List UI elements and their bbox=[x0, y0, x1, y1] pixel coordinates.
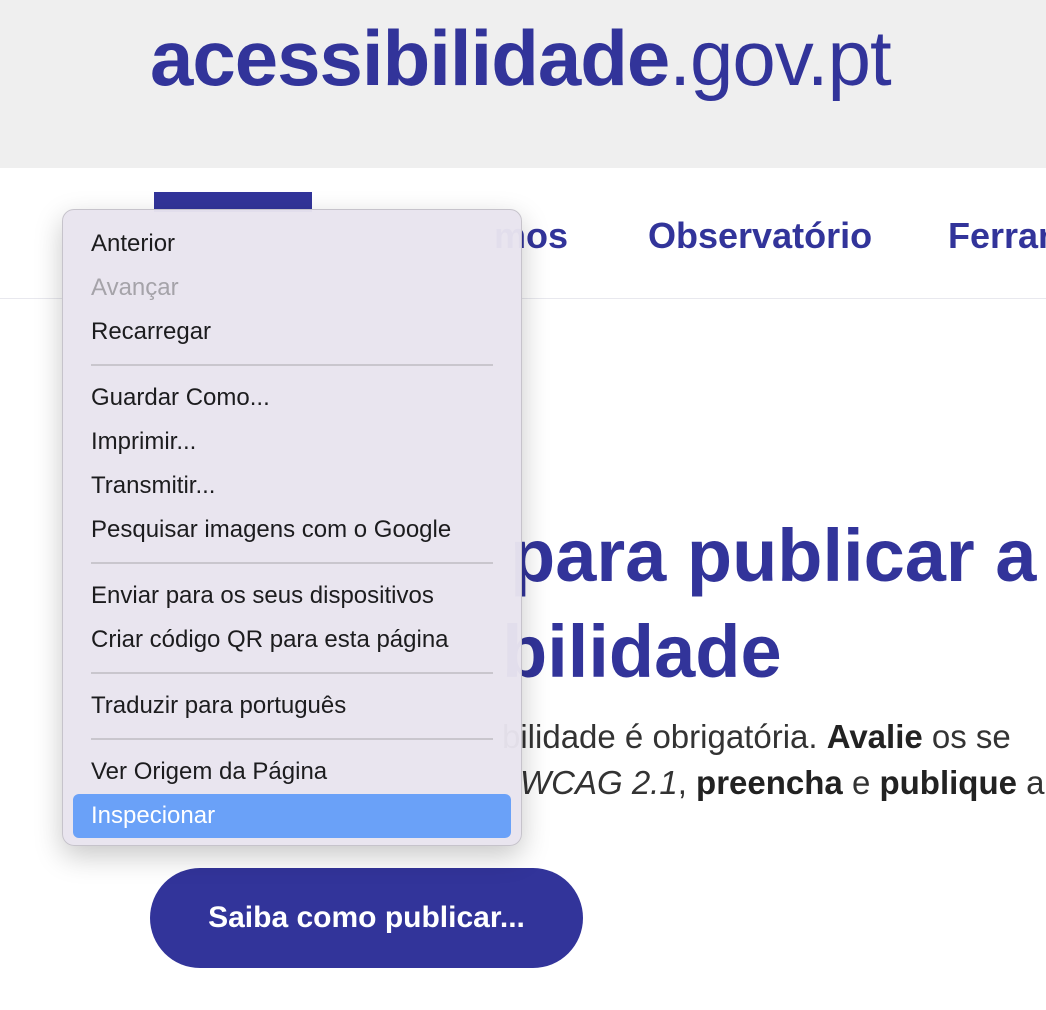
menu-item-search-images-google[interactable]: Pesquisar imagens com o Google bbox=[73, 508, 511, 552]
menu-item-reload[interactable]: Recarregar bbox=[73, 310, 511, 354]
hero-text-segment: os se bbox=[922, 718, 1011, 755]
hero-text-segment: e bbox=[842, 764, 880, 801]
menu-item-send-to-devices[interactable]: Enviar para os seus dispositivos bbox=[73, 574, 511, 618]
hero-text-bold: Avalie bbox=[826, 718, 923, 755]
menu-item-cast[interactable]: Transmitir... bbox=[73, 464, 511, 508]
menu-item-back[interactable]: Anterior bbox=[73, 222, 511, 266]
logo-domain-text: .gov.pt bbox=[669, 14, 891, 102]
hero-text-segment: bilidade é obrigatória. bbox=[502, 718, 827, 755]
site-logo[interactable]: acessibilidade.gov.pt bbox=[150, 10, 892, 106]
menu-item-forward: Avançar bbox=[91, 274, 179, 301]
nav-item-observatorio[interactable]: Observatório bbox=[648, 212, 872, 260]
menu-separator bbox=[91, 364, 493, 366]
hero-text-segment: a bbox=[1016, 764, 1045, 801]
hero-text-bold: preencha bbox=[696, 764, 843, 801]
hero-text-wcag-link[interactable]: WCAG 2.1 bbox=[520, 764, 678, 801]
menu-item-create-qr-code[interactable]: Criar código QR para esta página bbox=[73, 618, 511, 662]
menu-item-print[interactable]: Imprimir... bbox=[73, 420, 511, 464]
browser-context-menu: Anterior Avançar Recarregar Guardar Como… bbox=[62, 209, 522, 846]
menu-item-inspect[interactable]: Inspecionar bbox=[73, 794, 511, 838]
site-header: acessibilidade.gov.pt bbox=[0, 0, 1046, 168]
learn-how-to-publish-button[interactable]: Saiba como publicar... bbox=[150, 868, 583, 968]
logo-bold-text: acessibilidade bbox=[150, 14, 670, 102]
menu-item-view-source[interactable]: Ver Origem da Página bbox=[73, 750, 511, 794]
menu-separator bbox=[91, 562, 493, 564]
hero-text-bold: publique bbox=[879, 764, 1017, 801]
nav-item-ferramentas[interactable]: Ferran bbox=[948, 212, 1046, 260]
menu-item-translate[interactable]: Traduzir para português bbox=[73, 684, 511, 728]
menu-separator bbox=[91, 738, 493, 740]
menu-item-save-as[interactable]: Guardar Como... bbox=[73, 376, 511, 420]
hero-text-segment: , bbox=[677, 764, 697, 801]
menu-separator bbox=[91, 672, 493, 674]
